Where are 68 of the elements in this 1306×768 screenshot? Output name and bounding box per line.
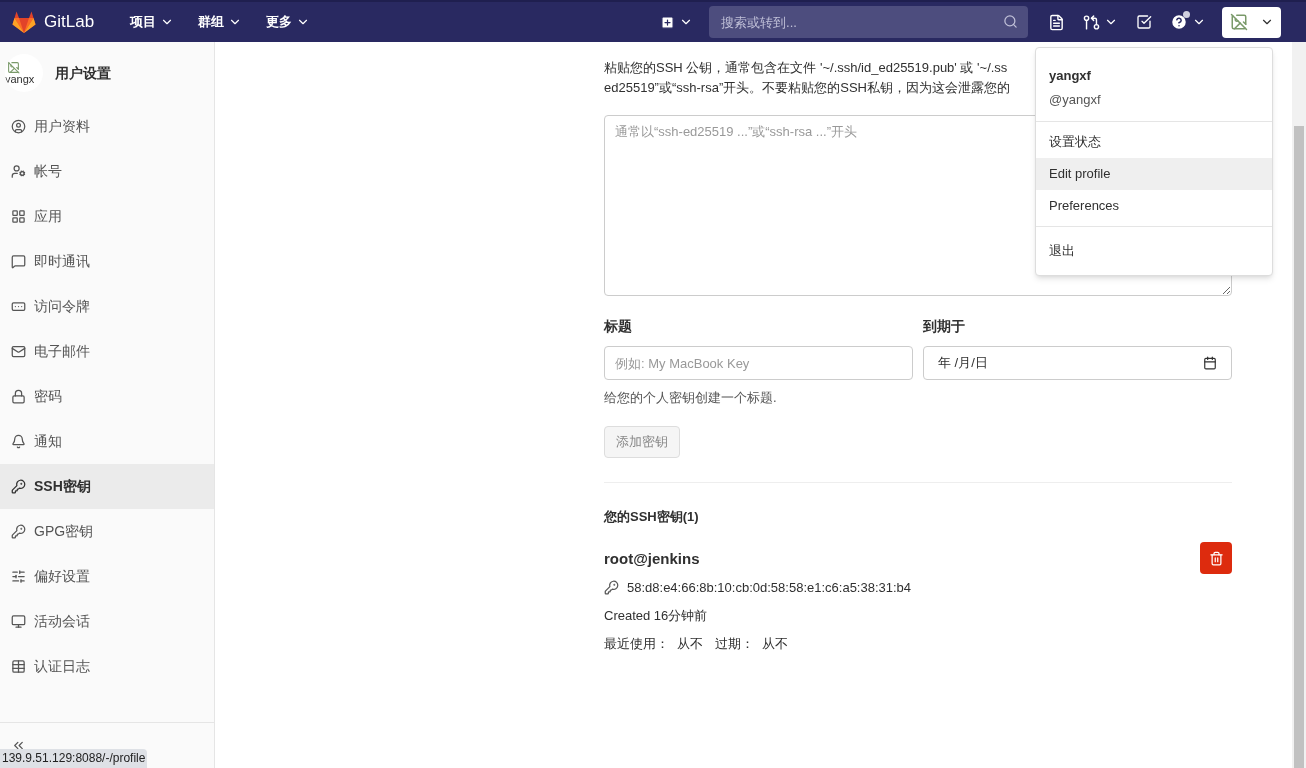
field-label: 标题 <box>604 317 633 336</box>
section-heading: 您的SSH密钥(1) <box>604 507 700 526</box>
key-icon <box>604 579 619 595</box>
title-input[interactable]: 例如: My MacBook Key <box>604 346 913 380</box>
lock-icon <box>11 389 26 404</box>
user-gear-icon <box>11 164 26 179</box>
nav-menu[interactable]: 项目 <box>118 6 187 38</box>
meta-label: 最近使用： <box>604 634 669 653</box>
menu-item[interactable]: Edit profile <box>1036 158 1272 190</box>
sidebar-item[interactable]: GPG密钥 <box>0 509 214 554</box>
sidebar-item[interactable]: 密码 <box>0 374 214 419</box>
sidebar-item[interactable]: 用户资料 <box>0 104 214 149</box>
document-icon <box>1048 13 1066 31</box>
fox-logo-icon <box>12 11 36 33</box>
meta-value: 从不 <box>762 634 788 653</box>
token-icon <box>11 299 26 314</box>
avatar-alt-text: yangx <box>5 74 35 85</box>
monitor-icon <box>11 614 26 629</box>
user-handle: @yangxf <box>1048 90 1102 109</box>
broken-image-icon <box>7 61 20 74</box>
sidebar-item[interactable]: 通知 <box>0 419 214 464</box>
sliders-icon <box>11 569 26 584</box>
nav-menu[interactable]: 更多 <box>254 6 323 38</box>
help-icon <box>1170 13 1189 31</box>
sidebar-item[interactable]: 偏好设置 <box>0 554 214 599</box>
meta-value: 从不 <box>677 634 703 653</box>
mail-icon <box>11 344 26 359</box>
logo-text[interactable]: GitLab <box>44 9 95 35</box>
bell-icon <box>11 434 26 449</box>
key-title: root@jenkins <box>604 549 701 569</box>
grid-icon <box>11 209 26 224</box>
sidebar-item[interactable]: 即时通讯 <box>0 239 214 284</box>
scrollbar[interactable] <box>1292 42 1306 768</box>
nav-menu[interactable]: 群组 <box>186 6 255 38</box>
trash-icon <box>1208 550 1224 566</box>
created-text: Created 16分钟前 <box>604 607 709 625</box>
search-field[interactable]: 搜索或转到... <box>709 6 1029 38</box>
sidebar-item[interactable]: 认证日志 <box>0 644 214 689</box>
status-url-tooltip: 139.9.51.129:8088/-/profile <box>0 749 148 768</box>
key-icon <box>11 479 26 494</box>
sidebar-item[interactable]: SSH密钥 <box>0 464 214 509</box>
sidebar-title: 用户设置 <box>55 63 111 83</box>
plus-icon <box>660 14 676 30</box>
merge-request-icon <box>1083 13 1101 31</box>
calendar-icon <box>1203 356 1217 370</box>
key-icon <box>11 524 26 539</box>
sidebar-item[interactable]: 活动会话 <box>0 599 214 644</box>
description-text: 粘贴您的SSH 公钥，通常包含在文件 '~/.ssh/id_ed25519.pub' 或 '~/.ss <box>604 59 1008 77</box>
sidebar-item[interactable]: 应用 <box>0 194 214 239</box>
sidebar-item[interactable]: 帐号 <box>0 149 214 194</box>
delete-button[interactable] <box>1200 542 1232 574</box>
description-text: ed25519”或“ssh-rsa”开头。不要粘贴您的SSH私钥，因为这会泄露您的 <box>604 79 1010 97</box>
sidebar-item[interactable]: 电子邮件 <box>0 329 214 374</box>
fingerprint-text: 58:d8:e4:66:8b:10:cb:0d:58:58:e1:c6:a5:38:31:b4 <box>627 578 912 597</box>
user-icon <box>11 119 26 134</box>
date-input[interactable]: 年 /月/日 <box>923 346 1232 380</box>
table-icon <box>11 659 26 674</box>
user-name: yangxf <box>1048 67 1092 85</box>
user-menu-button[interactable] <box>1222 6 1282 38</box>
search-icon <box>1003 14 1019 29</box>
check-square-icon <box>1136 14 1153 30</box>
help-text: 给您的个人密钥创建一个标题. <box>604 389 778 407</box>
field-label: 到期于 <box>923 317 966 336</box>
meta-label: 过期： <box>715 634 754 653</box>
chat-icon <box>11 254 26 269</box>
broken-image-icon <box>1230 13 1249 31</box>
menu-item[interactable]: 退出 <box>1036 226 1272 267</box>
sidebar-item[interactable]: 访问令牌 <box>0 284 214 329</box>
